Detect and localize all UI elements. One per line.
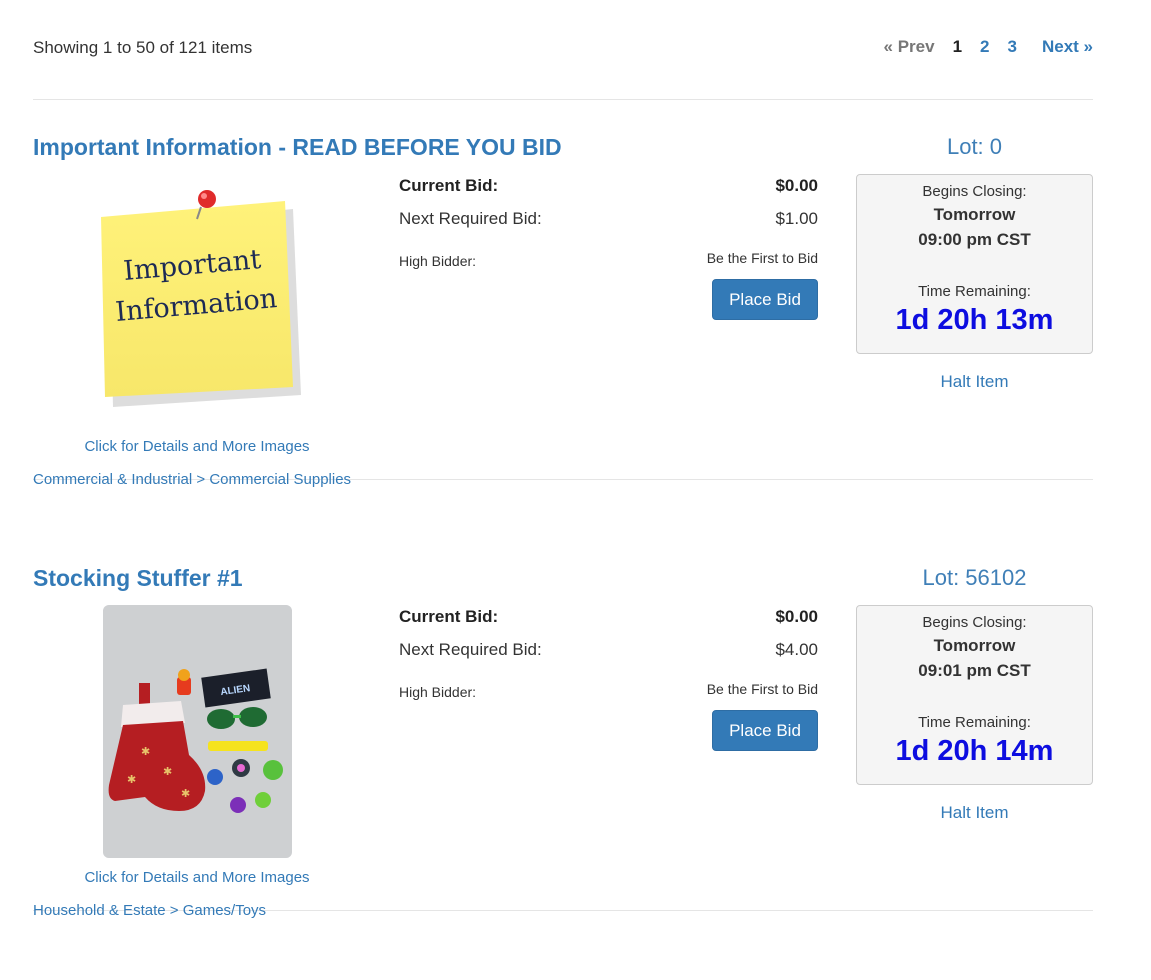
results-count: Showing 1 to 50 of 121 items bbox=[33, 38, 253, 57]
snowflake-icon: ✱ bbox=[163, 766, 172, 778]
category-separator: > bbox=[165, 902, 183, 919]
time-remaining-label: Time Remaining: bbox=[918, 714, 1031, 731]
auction-item: Important Information - READ BEFORE YOU … bbox=[33, 134, 1093, 488]
item-thumbnail[interactable]: ✱ ✱ ✱ ✱ ALIEN bbox=[103, 605, 292, 858]
time-remaining-value: 1d 20h 14m bbox=[895, 735, 1054, 767]
snowflake-icon: ✱ bbox=[141, 746, 150, 758]
time-remaining-value: 1d 20h 13m bbox=[895, 304, 1054, 336]
item-thumbnail[interactable]: Important Information bbox=[93, 189, 333, 414]
snowflake-icon: ✱ bbox=[127, 774, 136, 786]
category-parent-link[interactable]: Household & Estate bbox=[33, 902, 166, 919]
pagination: « Prev 1 2 3 Next » bbox=[884, 37, 1093, 57]
page-link-2[interactable]: 2 bbox=[980, 37, 989, 57]
high-bidder-label: High Bidder: bbox=[399, 684, 477, 700]
next-page-link[interactable]: Next » bbox=[1042, 37, 1093, 57]
auction-item: Stocking Stuffer #1 Lot: 56102 ✱ ✱ ✱ ✱ A… bbox=[33, 565, 1093, 919]
category-child-link[interactable]: Games/Toys bbox=[183, 902, 266, 919]
results-header: Showing 1 to 50 of 121 items « Prev 1 2 … bbox=[33, 0, 1093, 100]
lot-number: Lot: 0 bbox=[946, 134, 1003, 159]
place-bid-button[interactable]: Place Bid bbox=[712, 710, 818, 751]
stocking-photo-image: ✱ ✱ ✱ ✱ ALIEN bbox=[103, 605, 292, 858]
snowflake-icon: ✱ bbox=[181, 788, 190, 800]
current-bid-value: $0.00 bbox=[775, 176, 818, 195]
place-bid-button[interactable]: Place Bid bbox=[712, 279, 818, 320]
closing-day: Tomorrow bbox=[933, 205, 1016, 224]
halt-item-link[interactable]: Halt Item bbox=[856, 803, 1093, 823]
next-bid-label: Next Required Bid: bbox=[399, 209, 542, 228]
category-parent-link[interactable]: Commercial & Industrial bbox=[33, 471, 192, 488]
category-breadcrumb: Household & Estate > Games/Toys bbox=[33, 902, 266, 919]
current-page: 1 bbox=[952, 37, 963, 56]
page-link-3[interactable]: 3 bbox=[1008, 37, 1017, 57]
sticky-note-image: Important Information bbox=[101, 190, 301, 407]
details-link[interactable]: Click for Details and More Images bbox=[33, 869, 361, 886]
begins-closing-label: Begins Closing: bbox=[922, 614, 1027, 631]
item-title[interactable]: Important Information - READ BEFORE YOU … bbox=[33, 134, 562, 161]
current-bid-label: Current Bid: bbox=[399, 176, 499, 195]
begins-closing-label: Begins Closing: bbox=[922, 183, 1027, 200]
category-child-link[interactable]: Commercial Supplies bbox=[209, 471, 351, 488]
category-breadcrumb: Commercial & Industrial > Commercial Sup… bbox=[33, 471, 351, 488]
closing-time: 09:01 pm CST bbox=[918, 661, 1031, 680]
listing-container: Showing 1 to 50 of 121 items « Prev 1 2 … bbox=[33, 0, 1093, 919]
high-bidder-value: Be the First to Bid bbox=[706, 250, 818, 266]
next-bid-value: $4.00 bbox=[775, 640, 818, 659]
next-bid-value: $1.00 bbox=[775, 209, 818, 228]
time-remaining-label: Time Remaining: bbox=[918, 283, 1031, 300]
category-separator: > bbox=[192, 471, 210, 488]
closing-panel: Begins Closing: Tomorrow 09:00 pm CST Ti… bbox=[856, 174, 1093, 354]
current-bid-value: $0.00 bbox=[775, 607, 818, 626]
current-bid-label: Current Bid: bbox=[399, 607, 499, 626]
details-link[interactable]: Click for Details and More Images bbox=[33, 438, 361, 455]
prev-page-link[interactable]: « Prev bbox=[884, 37, 935, 57]
lot-number: Lot: 56102 bbox=[922, 565, 1027, 590]
closing-day: Tomorrow bbox=[933, 636, 1016, 655]
closing-panel: Begins Closing: Tomorrow 09:01 pm CST Ti… bbox=[856, 605, 1093, 785]
halt-item-link[interactable]: Halt Item bbox=[856, 372, 1093, 392]
closing-time: 09:00 pm CST bbox=[918, 230, 1031, 249]
high-bidder-label: High Bidder: bbox=[399, 253, 477, 269]
item-title[interactable]: Stocking Stuffer #1 bbox=[33, 565, 243, 592]
next-bid-label: Next Required Bid: bbox=[399, 640, 542, 659]
high-bidder-value: Be the First to Bid bbox=[706, 681, 818, 697]
